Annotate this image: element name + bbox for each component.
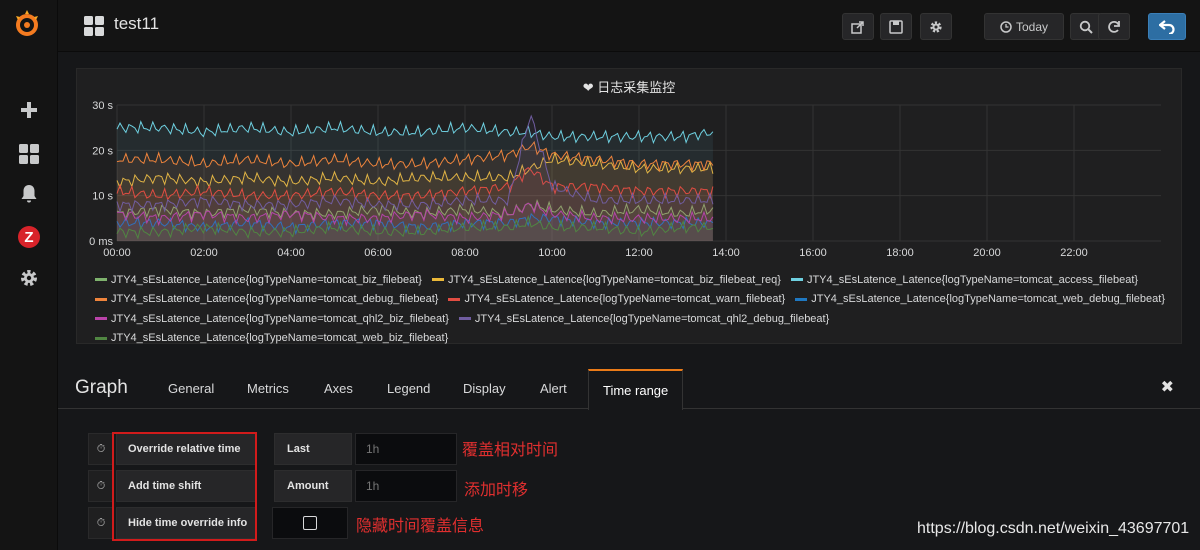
annotation-shift: 添加时移	[464, 480, 529, 499]
legend-label: JTY4_sEsLatence_Latence{logTypeName=tomc…	[111, 332, 449, 344]
last-label: Last	[274, 433, 352, 465]
graph-plot[interactable]: 0 ms10 s20 s30 s00:00 02:00 04:00 06:00 08:0…	[77, 69, 1183, 269]
legend-item[interactable]: JTY4_sEsLatence_Latence{logTypeName=tomc…	[95, 290, 438, 308]
save-icon	[889, 19, 903, 34]
refresh-button[interactable]	[1098, 13, 1130, 40]
tab-alert[interactable]: Alert	[540, 381, 567, 396]
legend-item[interactable]: JTY4_sEsLatence_Latence{logTypeName=tomc…	[458, 310, 830, 328]
bell-icon[interactable]	[17, 182, 41, 206]
x-tick-label: 12:00	[625, 247, 653, 259]
legend-swatch[interactable]	[431, 278, 444, 281]
x-tick-label: 04:00	[277, 247, 305, 259]
legend-item[interactable]: JTY4_sEsLatence_Latence{logTypeName=tomc…	[95, 271, 422, 289]
tab-legend[interactable]: Legend	[387, 381, 430, 396]
tab-display[interactable]: Display	[463, 381, 506, 396]
x-tick-label: 14:00	[712, 247, 740, 259]
y-tick-label: 20 s	[92, 145, 113, 157]
legend-swatch[interactable]	[790, 278, 803, 281]
watermark: https://blog.csdn.net/weixin_43697701	[917, 520, 1190, 537]
hide-time-override-info-checkbox[interactable]	[272, 507, 348, 539]
plus-icon[interactable]	[17, 98, 41, 122]
svg-text:Z: Z	[24, 229, 33, 246]
search-icon	[1079, 20, 1093, 34]
refresh-icon	[1108, 20, 1120, 33]
override-relative-time-input[interactable]	[355, 433, 457, 465]
dashboard-title[interactable]: test11	[114, 14, 159, 34]
x-tick-label: 16:00	[799, 247, 827, 259]
legend-label: JTY4_sEsLatence_Latence{logTypeName=tomc…	[811, 293, 1166, 305]
time-shift-amount-input[interactable]	[355, 470, 457, 502]
legend-item[interactable]: JTY4_sEsLatence_Latence{logTypeName=tomc…	[795, 290, 1165, 308]
legend-swatch[interactable]	[795, 297, 808, 301]
tab-time-range[interactable]: Time range	[588, 369, 684, 410]
checkbox-box	[303, 516, 317, 530]
share-button[interactable]	[842, 13, 874, 40]
x-tick-label: 06:00	[364, 247, 392, 259]
tab-axes[interactable]: Axes	[324, 381, 353, 396]
y-tick-label: 10 s	[92, 191, 113, 203]
annotation-hide: 隐藏时间覆盖信息	[356, 516, 485, 535]
legend-label: JTY4_sEsLatence_Latence{logTypeName=tomc…	[464, 293, 786, 305]
highlight-box	[112, 432, 257, 541]
time-picker-button[interactable]: Today	[984, 13, 1064, 40]
legend-item[interactable]: JTY4_sEsLatence_Latence{logTypeName=tomc…	[448, 290, 785, 308]
legend-label: JTY4_sEsLatence_Latence{logTypeName=tomc…	[447, 273, 781, 286]
panel-editor-header: Graph General Metrics Axes Legend Displa…	[58, 365, 1200, 410]
settings-button[interactable]	[920, 13, 952, 40]
x-tick-label: 02:00	[190, 247, 218, 259]
time-picker-label: Today	[1015, 19, 1049, 34]
legend-label: JTY4_sEsLatence_Latence{logTypeName=tomc…	[111, 273, 422, 286]
legend-label: JTY4_sEsLatence_Latence{logTypeName=tomc…	[474, 312, 830, 325]
y-tick-label: 30 s	[92, 100, 113, 112]
info-icon: ⏱	[88, 507, 114, 539]
x-tick-label: 18:00	[886, 247, 914, 259]
graph-legend: JTY4_sEsLatence_Latence{logTypeName=tomc…	[95, 269, 1185, 347]
amount-label: Amount	[274, 470, 352, 502]
x-tick-label: 10:00	[538, 247, 566, 259]
tab-general[interactable]: General	[168, 381, 214, 396]
x-tick-label: 00:00	[103, 247, 131, 259]
annotation-override: 覆盖相对时间	[462, 440, 559, 459]
x-tick-label: 20:00	[973, 247, 1001, 259]
dashboard-grid-icon	[84, 16, 104, 36]
zabbix-icon[interactable]: Z	[17, 225, 41, 249]
info-icon: ⏱	[88, 433, 114, 465]
legend-swatch[interactable]	[95, 336, 107, 340]
legend-item[interactable]: JTY4_sEsLatence_Latence{logTypeName=tomc…	[95, 329, 448, 347]
legend-item[interactable]: JTY4_sEsLatence_Latence{logTypeName=tomc…	[95, 310, 449, 328]
clock-icon	[1000, 20, 1012, 33]
legend-swatch[interactable]	[95, 278, 107, 281]
legend-swatch[interactable]	[95, 297, 107, 301]
legend-label: JTY4_sEsLatence_Latence{logTypeName=tomc…	[111, 312, 449, 325]
top-navbar: test11 Today	[58, 0, 1200, 52]
back-arrow-icon	[1159, 19, 1175, 34]
info-icon: ⏱	[88, 470, 114, 502]
close-icon[interactable]: ✖	[1161, 377, 1174, 397]
back-button[interactable]	[1148, 13, 1186, 40]
graph-panel: ❤ 日志采集监控 0 ms 10 s 20 s 30 s 00:00 02:00 04:00…	[76, 68, 1182, 344]
editor-title: Graph	[75, 377, 128, 398]
dashboards-icon[interactable]	[17, 142, 41, 166]
save-dashboard-button[interactable]	[880, 13, 912, 40]
grafana-logo-icon[interactable]	[12, 8, 42, 40]
gear-icon[interactable]	[17, 266, 41, 290]
tab-metrics[interactable]: Metrics	[247, 381, 289, 396]
legend-label: JTY4_sEsLatence_Latence{logTypeName=tomc…	[111, 293, 439, 305]
legend-swatch[interactable]	[448, 297, 461, 301]
legend-item[interactable]: JTY4_sEsLatence_Latence{logTypeName=tomc…	[431, 271, 781, 289]
legend-item[interactable]: JTY4_sEsLatence_Latence{logTypeName=tomc…	[790, 271, 1139, 289]
legend-swatch[interactable]	[458, 317, 471, 320]
legend-label: JTY4_sEsLatence_Latence{logTypeName=tomc…	[806, 273, 1139, 286]
share-icon	[851, 20, 864, 34]
sidemenu: Z	[0, 0, 58, 550]
x-tick-label: 22:00	[1060, 247, 1088, 259]
gear-icon	[930, 20, 942, 33]
legend-swatch[interactable]	[95, 317, 107, 320]
x-tick-label: 08:00	[451, 247, 479, 259]
